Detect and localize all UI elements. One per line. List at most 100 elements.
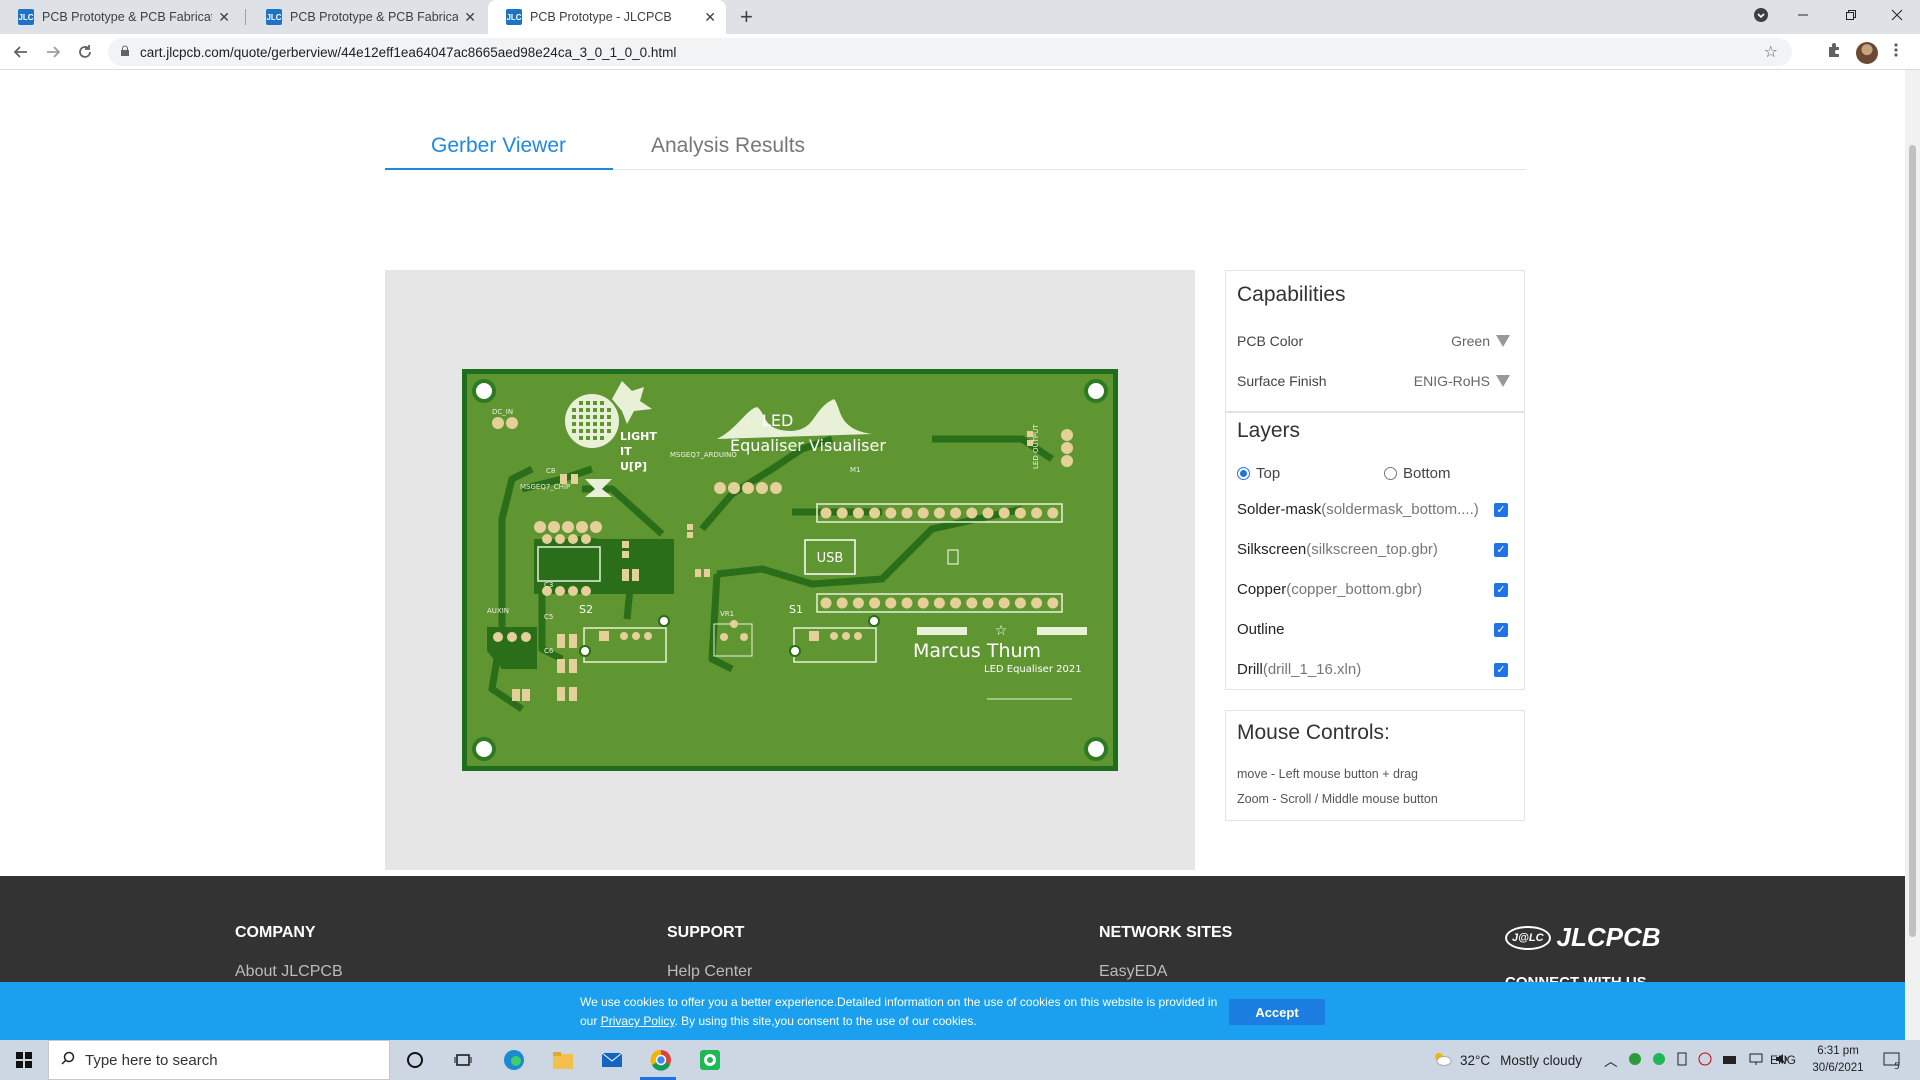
checkbox-checked-icon[interactable]: ✓ xyxy=(1494,662,1508,677)
disco-ball-tile xyxy=(586,415,590,419)
header-pin xyxy=(950,507,962,519)
windows-start-icon[interactable] xyxy=(12,1048,36,1072)
jlcpcb-logo-text: JLCPCB xyxy=(1556,922,1661,952)
mail-icon[interactable] xyxy=(600,1048,624,1072)
disco-ball-tile xyxy=(579,429,583,433)
notification-center-icon[interactable]: 5 xyxy=(1880,1048,1904,1072)
checkbox-checked-icon[interactable]: ✓ xyxy=(1494,582,1508,597)
pcb-marcus-text: Marcus Thum xyxy=(913,640,1041,662)
privacy-policy-link[interactable]: Privacy Policy xyxy=(601,1014,675,1028)
browser-tab-2[interactable]: JLC PCB Prototype & PCB Fabrication ✕ xyxy=(248,0,486,34)
clock[interactable]: 6:31 pm 30/6/2021 xyxy=(1808,1043,1868,1077)
header-pin xyxy=(885,507,897,519)
pcb-led-eq-2021-text: LED Equaliser 2021 xyxy=(984,664,1082,675)
led-output-header xyxy=(1061,429,1073,467)
gerber-viewer-canvas[interactable]: USB LED Equaliser Visualiser LIGHT IT U[… xyxy=(385,270,1195,870)
usb-tray-icon[interactable] xyxy=(1676,1052,1688,1069)
weather-widget[interactable]: 32°C Mostly cloudy xyxy=(1432,1040,1582,1080)
layer-row-copper[interactable]: Copper (copper_bottom.gbr) ✓ xyxy=(1237,581,1508,598)
header-pin xyxy=(950,597,962,609)
star-icon: ☆ xyxy=(995,622,1008,638)
search-placeholder: Type here to search xyxy=(85,1051,218,1069)
layer-top-radio[interactable]: Top xyxy=(1237,465,1280,482)
layer-file: (drill_1_16.xln) xyxy=(1262,661,1362,678)
radio-unselected-icon xyxy=(1384,467,1397,480)
layers-title: Layers xyxy=(1237,419,1301,442)
minimize-icon[interactable] xyxy=(1780,0,1826,30)
header-pin xyxy=(1031,597,1043,609)
pcb-it-text: IT xyxy=(620,445,632,458)
pcb-color-row[interactable]: PCB Color Green xyxy=(1237,333,1510,349)
disco-ball-tile xyxy=(607,422,611,426)
scrollbar-thumb[interactable] xyxy=(1909,145,1916,937)
dropdown-triangle-icon[interactable] xyxy=(1496,375,1510,387)
bookmark-star-icon[interactable]: ☆ xyxy=(1764,42,1778,62)
radio-top-label: Top xyxy=(1256,465,1281,482)
browser-tab-3-active[interactable]: JLC PCB Prototype - JLCPCB ✕ xyxy=(488,0,726,34)
label-s2: S2 xyxy=(579,603,593,616)
close-window-icon[interactable] xyxy=(1874,0,1920,30)
chrome-icon[interactable] xyxy=(649,1048,673,1072)
layer-row-soldermask[interactable]: Solder-mask (soldermask_bottom....) ✓ xyxy=(1237,501,1508,518)
edge-browser-icon[interactable] xyxy=(502,1048,526,1072)
close-tab-icon[interactable]: ✕ xyxy=(218,9,230,26)
app-tray-icon[interactable] xyxy=(1628,1052,1642,1069)
taskbar-search-box[interactable]: Type here to search xyxy=(48,1040,390,1080)
footer-network-heading: NETWORK SITES xyxy=(1099,924,1233,941)
checkbox-checked-icon[interactable]: ✓ xyxy=(1494,502,1508,517)
tab-gerber-viewer[interactable]: Gerber Viewer xyxy=(431,134,566,158)
file-explorer-icon[interactable] xyxy=(551,1048,575,1072)
pcb-board-render: USB LED Equaliser Visualiser LIGHT IT U[… xyxy=(462,369,1118,771)
header-pin xyxy=(966,597,978,609)
layer-name: Silkscreen xyxy=(1237,541,1307,558)
jlc-favicon-icon: JLC xyxy=(266,9,282,25)
checkbox-checked-icon[interactable]: ✓ xyxy=(1494,542,1508,557)
disco-ball-tile xyxy=(572,429,576,433)
restore-icon[interactable] xyxy=(1828,0,1874,30)
reload-icon[interactable] xyxy=(73,40,97,64)
label-msgeq7-chip: MSGEQ7_CHIP xyxy=(520,483,570,491)
chevron-up-icon[interactable]: ︿ xyxy=(1604,1050,1618,1070)
security-tray-icon[interactable] xyxy=(1698,1052,1712,1069)
layer-row-silkscreen[interactable]: Silkscreen (silkscreen_top.gbr) ✓ xyxy=(1237,541,1508,558)
surface-finish-value: ENIG-RoHS xyxy=(1413,373,1490,389)
footer-about-link[interactable]: About JLCPCB xyxy=(235,963,343,981)
dropdown-triangle-icon[interactable] xyxy=(1496,335,1510,347)
close-tab-icon[interactable]: ✕ xyxy=(464,9,476,26)
layer-name: Drill xyxy=(1237,661,1263,678)
network-icon[interactable] xyxy=(1748,1052,1764,1069)
new-tab-button[interactable]: + xyxy=(740,4,753,30)
header-pin xyxy=(836,597,848,609)
layer-bottom-radio[interactable]: Bottom xyxy=(1384,465,1451,482)
task-view-icon[interactable] xyxy=(451,1048,475,1072)
spotify-icon[interactable] xyxy=(698,1048,722,1072)
page-scrollbar[interactable] xyxy=(1905,70,1920,1040)
label-m1: M1 xyxy=(850,466,861,474)
layer-row-outline[interactable]: Outline ✓ xyxy=(1237,621,1508,638)
tab-search-icon[interactable] xyxy=(1738,0,1784,30)
footer-easyeda-link[interactable]: EasyEDA xyxy=(1099,963,1167,981)
surface-finish-row[interactable]: Surface Finish ENIG-RoHS xyxy=(1237,373,1510,389)
accept-cookies-button[interactable]: Accept xyxy=(1229,999,1325,1025)
menu-kebab-icon[interactable] xyxy=(1894,42,1898,63)
close-tab-icon[interactable]: ✕ xyxy=(704,9,716,26)
layer-row-drill[interactable]: Drill (drill_1_16.xln) ✓ xyxy=(1237,661,1508,678)
layer-file: (copper_bottom.gbr) xyxy=(1286,581,1423,598)
spotify-tray-icon[interactable] xyxy=(1652,1052,1666,1069)
address-bar[interactable]: cart.jlcpcb.com/quote/gerberview/44e12ef… xyxy=(108,38,1792,66)
header-pin xyxy=(933,507,945,519)
profile-avatar[interactable] xyxy=(1856,42,1878,64)
footer-help-link[interactable]: Help Center xyxy=(667,963,752,981)
battery-icon[interactable] xyxy=(1722,1053,1738,1068)
language-indicator[interactable]: ENG xyxy=(1770,1040,1796,1080)
tab-title: PCB Prototype & PCB Fabrication xyxy=(42,10,213,24)
browser-tab-1[interactable]: JLC PCB Prototype & PCB Fabrication ✕ xyxy=(0,0,240,34)
extensions-puzzle-icon[interactable] xyxy=(1826,42,1842,63)
back-arrow-icon[interactable] xyxy=(9,40,33,64)
pcb-led-text: LED xyxy=(762,411,793,430)
cortana-icon[interactable] xyxy=(403,1048,427,1072)
tab-analysis-results[interactable]: Analysis Results xyxy=(651,134,805,158)
checkbox-checked-icon[interactable]: ✓ xyxy=(1494,622,1508,637)
forward-arrow-icon[interactable] xyxy=(41,40,65,64)
disco-ball-tile xyxy=(600,429,604,433)
